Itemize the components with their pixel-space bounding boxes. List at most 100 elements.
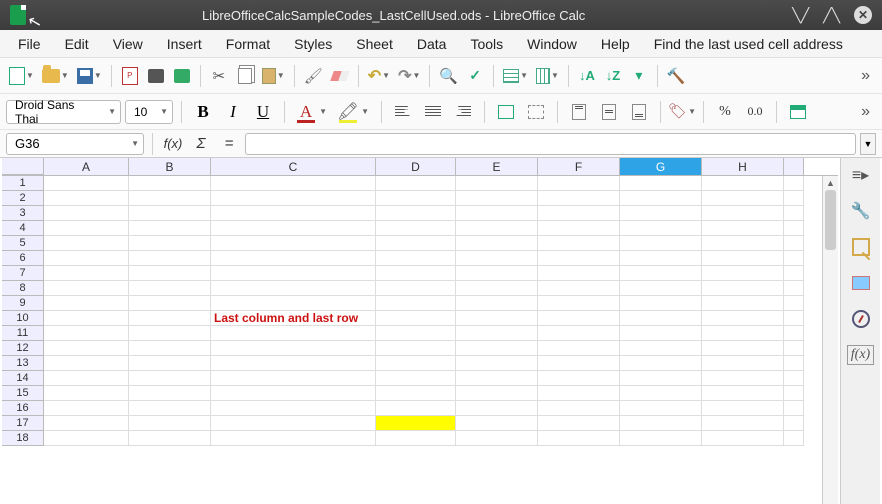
cell-B2[interactable] [129, 191, 211, 206]
row-header-12[interactable]: 12 [2, 341, 44, 356]
cell-I18[interactable] [784, 431, 804, 446]
cell-E15[interactable] [456, 386, 538, 401]
cell-F17[interactable] [538, 416, 620, 431]
cell-B13[interactable] [129, 356, 211, 371]
function-wizard-button[interactable]: f(x) [161, 133, 185, 155]
row-header-16[interactable]: 16 [2, 401, 44, 416]
sort-desc-button[interactable]: ↓Z [601, 63, 625, 89]
sort-asc-button[interactable]: ↓A [575, 63, 599, 89]
cell-G15[interactable] [620, 386, 702, 401]
cell-D18[interactable] [376, 431, 456, 446]
cell-H16[interactable] [702, 401, 784, 416]
conditional-format-button[interactable]: 🏷▼ [669, 99, 695, 125]
font-name-combo[interactable]: Droid Sans Thai▼ [6, 100, 121, 124]
paste-button[interactable]: ▼ [259, 63, 288, 89]
row-header-18[interactable]: 18 [2, 431, 44, 446]
cell-H1[interactable] [702, 176, 784, 191]
cell-A6[interactable] [44, 251, 129, 266]
row-header-2[interactable]: 2 [2, 191, 44, 206]
cell-F12[interactable] [538, 341, 620, 356]
cell-E7[interactable] [456, 266, 538, 281]
minimize-button[interactable]: ╲╱ [792, 7, 809, 24]
cell-D7[interactable] [376, 266, 456, 281]
cell-B5[interactable] [129, 236, 211, 251]
formula-button[interactable]: = [217, 133, 241, 155]
cell-I14[interactable] [784, 371, 804, 386]
cell-F8[interactable] [538, 281, 620, 296]
cell-I11[interactable] [784, 326, 804, 341]
cell-C3[interactable] [211, 206, 376, 221]
cell-C17[interactable] [211, 416, 376, 431]
insert-row-button[interactable]: ▼ [500, 63, 531, 89]
col-header-H[interactable]: H [702, 158, 784, 175]
cell-D10[interactable] [376, 311, 456, 326]
cell-D17[interactable] [376, 416, 456, 431]
sidebar-settings-button[interactable]: ≡▸ [848, 162, 874, 188]
cell-E1[interactable] [456, 176, 538, 191]
cell-A12[interactable] [44, 341, 129, 356]
save-button[interactable]: ▼ [74, 63, 105, 89]
row-header-7[interactable]: 7 [2, 266, 44, 281]
sidebar-functions-button[interactable]: f(x) [848, 342, 874, 368]
cell-G8[interactable] [620, 281, 702, 296]
cell-B10[interactable] [129, 311, 211, 326]
cell-E2[interactable] [456, 191, 538, 206]
cell-G4[interactable] [620, 221, 702, 236]
cell-A15[interactable] [44, 386, 129, 401]
cell-B12[interactable] [129, 341, 211, 356]
align-center-button[interactable] [420, 99, 446, 125]
row-header-17[interactable]: 17 [2, 416, 44, 431]
cell-A14[interactable] [44, 371, 129, 386]
row-header-8[interactable]: 8 [2, 281, 44, 296]
menu-format[interactable]: Format [216, 32, 280, 56]
maximize-button[interactable]: ╱╲ [823, 7, 840, 24]
font-size-combo[interactable]: 10▼ [125, 100, 173, 124]
cell-D2[interactable] [376, 191, 456, 206]
cell-C10[interactable]: Last column and last row [211, 311, 376, 326]
underline-button[interactable]: U [250, 99, 276, 125]
row-header-13[interactable]: 13 [2, 356, 44, 371]
cell-E14[interactable] [456, 371, 538, 386]
cell-H9[interactable] [702, 296, 784, 311]
cell-I15[interactable] [784, 386, 804, 401]
close-button[interactable]: ✕ [854, 6, 872, 24]
cell-H4[interactable] [702, 221, 784, 236]
sum-button[interactable]: Σ [189, 133, 213, 155]
row-header-15[interactable]: 15 [2, 386, 44, 401]
cell-G18[interactable] [620, 431, 702, 446]
cell-E13[interactable] [456, 356, 538, 371]
undo-button[interactable]: ↶▼ [365, 63, 393, 89]
cell-G11[interactable] [620, 326, 702, 341]
cell-C13[interactable] [211, 356, 376, 371]
cell-G7[interactable] [620, 266, 702, 281]
cell-E17[interactable] [456, 416, 538, 431]
scroll-up-arrow[interactable]: ▲ [823, 176, 838, 190]
col-header-F[interactable]: F [538, 158, 620, 175]
cell-I5[interactable] [784, 236, 804, 251]
cell-C12[interactable] [211, 341, 376, 356]
cell-G9[interactable] [620, 296, 702, 311]
cell-I4[interactable] [784, 221, 804, 236]
cell-G2[interactable] [620, 191, 702, 206]
cell-A3[interactable] [44, 206, 129, 221]
cell-B14[interactable] [129, 371, 211, 386]
cell-B3[interactable] [129, 206, 211, 221]
cell-G6[interactable] [620, 251, 702, 266]
cell-C4[interactable] [211, 221, 376, 236]
cell-D3[interactable] [376, 206, 456, 221]
tools-button[interactable]: 🔨 [664, 63, 689, 89]
menu-file[interactable]: File [8, 32, 51, 56]
autofilter-button[interactable]: ▾ [627, 63, 651, 89]
cell-F14[interactable] [538, 371, 620, 386]
formula-expand-button[interactable]: ▼ [860, 133, 876, 155]
cell-D9[interactable] [376, 296, 456, 311]
cell-C15[interactable] [211, 386, 376, 401]
cell-I7[interactable] [784, 266, 804, 281]
menu-sheet[interactable]: Sheet [346, 32, 403, 56]
cell-C8[interactable] [211, 281, 376, 296]
cell-E12[interactable] [456, 341, 538, 356]
cell-C11[interactable] [211, 326, 376, 341]
cell-I16[interactable] [784, 401, 804, 416]
cell-A10[interactable] [44, 311, 129, 326]
clear-formatting-button[interactable] [328, 63, 352, 89]
